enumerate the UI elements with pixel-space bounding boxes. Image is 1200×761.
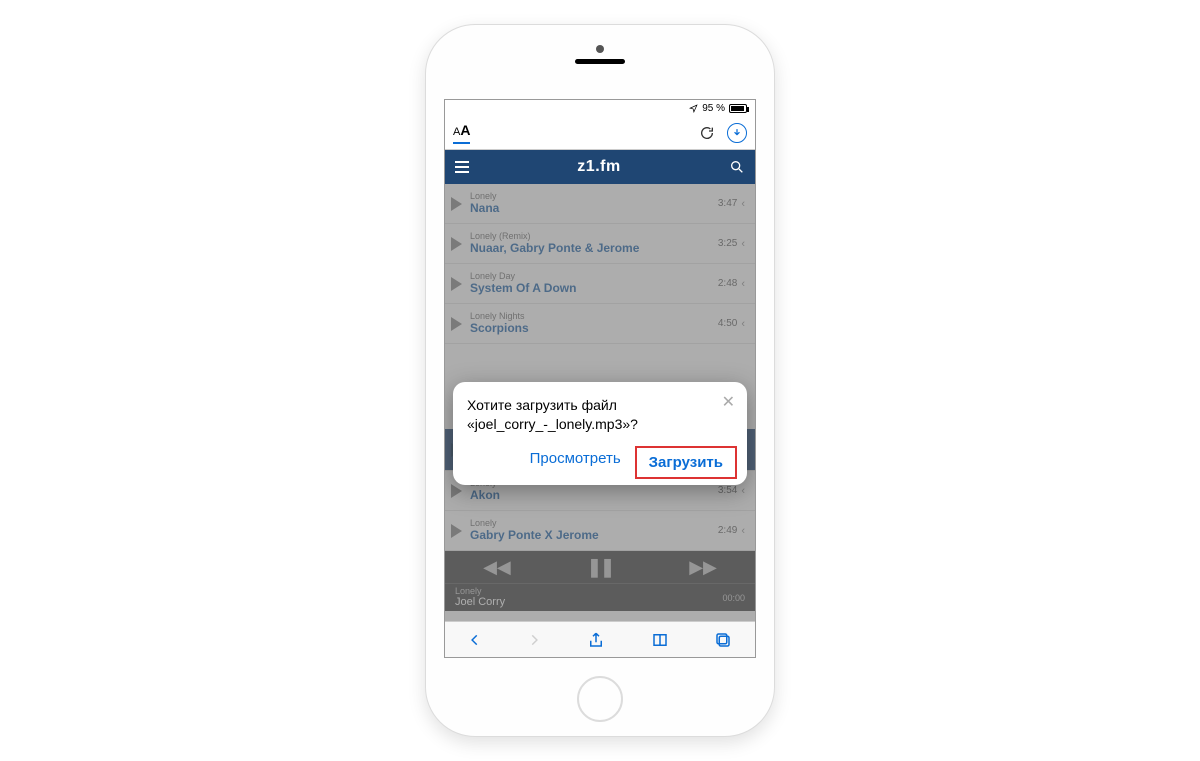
close-icon[interactable]: ✕	[722, 392, 735, 412]
content-area: LonelyNana 3:47 ‹ Lonely (Remix)Nuaar, G…	[445, 184, 755, 621]
site-header: z1.fm	[445, 150, 755, 184]
bookmarks-button[interactable]	[651, 631, 669, 649]
battery-icon	[729, 104, 747, 113]
reader-button[interactable]: AA	[453, 122, 470, 144]
modal-title: Хотите загрузить файл «joel_corry_-_lone…	[467, 396, 733, 434]
tabs-button[interactable]	[714, 631, 732, 649]
share-button[interactable]	[587, 631, 605, 649]
back-button[interactable]	[468, 631, 482, 649]
location-icon	[689, 104, 698, 113]
status-bar: 95 %	[445, 100, 755, 116]
battery-percent: 95 %	[702, 103, 725, 114]
view-button[interactable]: Просмотреть	[530, 450, 621, 475]
safari-urlbar: AA	[445, 116, 755, 150]
phone-camera	[596, 45, 604, 53]
search-icon[interactable]	[729, 159, 745, 175]
menu-icon[interactable]	[455, 161, 469, 173]
site-title: z1.fm	[577, 158, 620, 176]
phone-frame: 95 % AA z1.fm	[425, 24, 775, 737]
safari-toolbar	[445, 621, 755, 657]
phone-speaker	[575, 59, 625, 64]
download-button[interactable]: Загрузить	[639, 450, 733, 475]
screen: 95 % AA z1.fm	[444, 99, 756, 658]
home-button[interactable]	[577, 676, 623, 722]
downloads-button[interactable]	[727, 123, 747, 143]
download-modal: ✕ Хотите загрузить файл «joel_corry_-_lo…	[453, 382, 747, 485]
forward-button	[527, 631, 541, 649]
refresh-button[interactable]	[697, 123, 717, 143]
